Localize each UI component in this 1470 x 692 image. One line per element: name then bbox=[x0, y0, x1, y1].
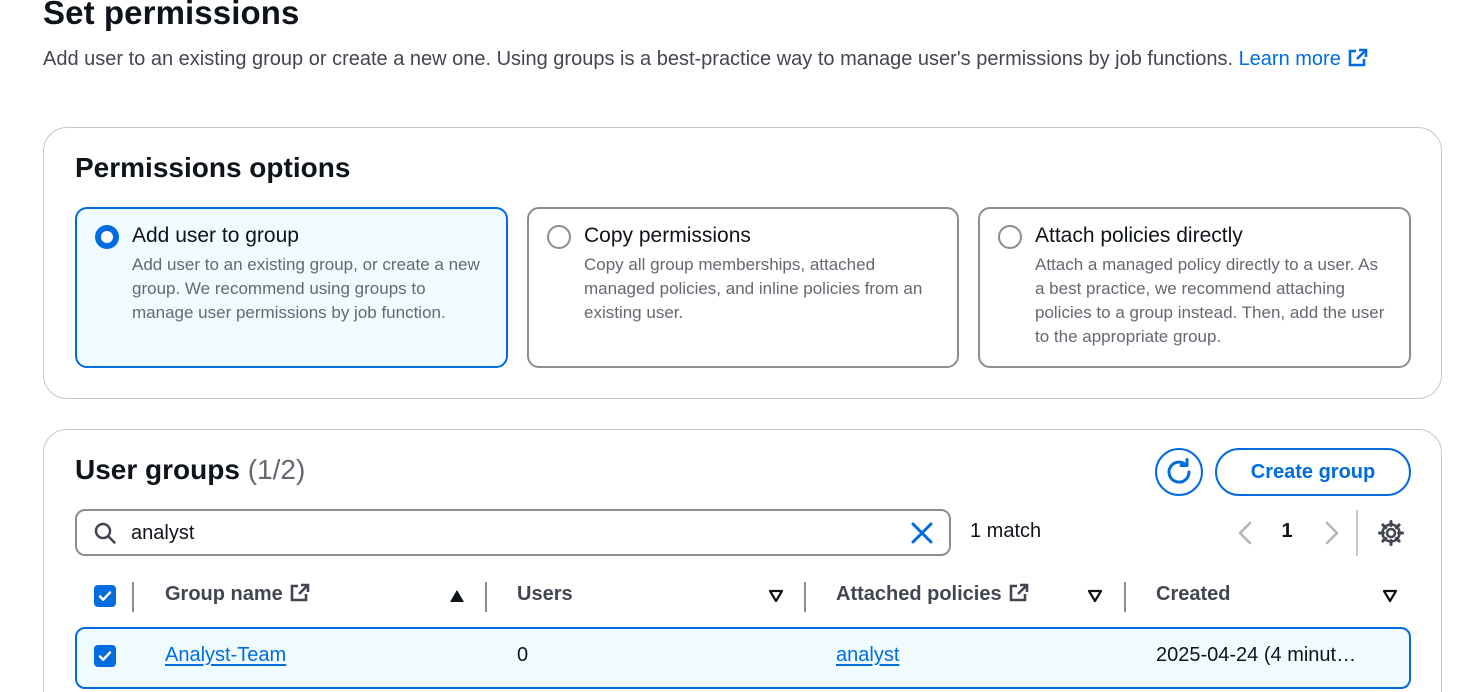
set-permissions-page: Set permissions Add user to an existing … bbox=[0, 0, 1470, 692]
option-title: Add user to group bbox=[132, 224, 299, 247]
clear-search-icon[interactable] bbox=[909, 520, 935, 546]
page-description: Add user to an existing group or create … bbox=[43, 44, 1423, 74]
radio-add-user-to-group[interactable] bbox=[95, 225, 119, 249]
column-header-group-name[interactable]: Group name bbox=[165, 583, 311, 606]
refresh-icon bbox=[1167, 458, 1191, 484]
option-description: Attach a managed policy directly to a us… bbox=[1035, 255, 1385, 346]
user-groups-card: User groups (1/2) Create group 1 match 1… bbox=[43, 429, 1442, 692]
created-cell: 2025-04-24 (4 minut… bbox=[1156, 644, 1357, 666]
page-description-text: Add user to an existing group or create … bbox=[43, 48, 1233, 70]
column-header-created[interactable]: Created bbox=[1156, 583, 1230, 606]
user-groups-title-text: User groups bbox=[75, 454, 240, 485]
column-label: Attached policies bbox=[836, 583, 1002, 605]
row-checkbox[interactable] bbox=[94, 645, 116, 667]
create-group-button[interactable]: Create group bbox=[1215, 448, 1411, 496]
option-title: Attach policies directly bbox=[1035, 224, 1243, 247]
option-copy-permissions[interactable]: Copy permissions Copy all group membersh… bbox=[527, 207, 959, 368]
sort-icon[interactable] bbox=[767, 588, 785, 604]
search-icon bbox=[94, 522, 116, 544]
column-header-attached-policies[interactable]: Attached policies bbox=[836, 583, 1030, 606]
external-link-icon bbox=[1009, 583, 1028, 602]
check-icon bbox=[98, 591, 112, 601]
check-icon bbox=[98, 651, 112, 661]
column-divider bbox=[1124, 582, 1126, 612]
option-add-user-to-group[interactable]: Add user to group Add user to an existin… bbox=[75, 207, 508, 368]
external-link-icon bbox=[1348, 48, 1368, 67]
users-count-cell: 0 bbox=[517, 644, 529, 666]
select-all-checkbox[interactable] bbox=[94, 585, 116, 607]
sort-icon[interactable] bbox=[1381, 588, 1399, 604]
chevron-left-icon[interactable] bbox=[1232, 519, 1260, 547]
column-header-users[interactable]: Users bbox=[517, 583, 573, 606]
chevron-right-icon[interactable] bbox=[1317, 519, 1345, 547]
column-divider bbox=[485, 582, 487, 612]
permissions-options-card: Permissions options Add user to group Ad… bbox=[43, 127, 1442, 399]
refresh-button[interactable] bbox=[1155, 448, 1203, 496]
sort-ascending-icon[interactable] bbox=[448, 588, 466, 604]
learn-more-link[interactable]: Learn more bbox=[1239, 48, 1369, 70]
radio-copy-permissions[interactable] bbox=[547, 225, 571, 249]
sort-icon[interactable] bbox=[1086, 588, 1104, 604]
column-label: Group name bbox=[165, 583, 283, 605]
page-number[interactable]: 1 bbox=[1280, 520, 1294, 543]
option-attach-policies-directly[interactable]: Attach policies directly Attach a manage… bbox=[978, 207, 1411, 368]
column-divider bbox=[132, 582, 134, 612]
column-divider bbox=[804, 582, 806, 612]
option-description: Copy all group memberships, attached man… bbox=[584, 255, 923, 322]
gear-icon[interactable] bbox=[1377, 519, 1405, 547]
permissions-options-title: Permissions options bbox=[75, 152, 351, 183]
pager-divider bbox=[1356, 510, 1358, 556]
search-input[interactable] bbox=[131, 519, 891, 547]
external-link-icon bbox=[290, 583, 310, 602]
match-count: 1 match bbox=[970, 520, 1042, 542]
group-name-link[interactable]: Analyst-Team bbox=[165, 644, 286, 667]
radio-attach-policies-directly[interactable] bbox=[998, 225, 1022, 249]
learn-more-label: Learn more bbox=[1238, 48, 1341, 70]
group-search bbox=[75, 509, 951, 556]
option-description: Add user to an existing group, or create… bbox=[132, 255, 480, 322]
option-title: Copy permissions bbox=[584, 224, 751, 247]
attached-policy-link[interactable]: analyst bbox=[836, 644, 899, 667]
user-groups-count: (1/2) bbox=[247, 454, 306, 485]
user-groups-title: User groups (1/2) bbox=[75, 454, 305, 486]
page-title: Set permissions bbox=[43, 0, 300, 31]
